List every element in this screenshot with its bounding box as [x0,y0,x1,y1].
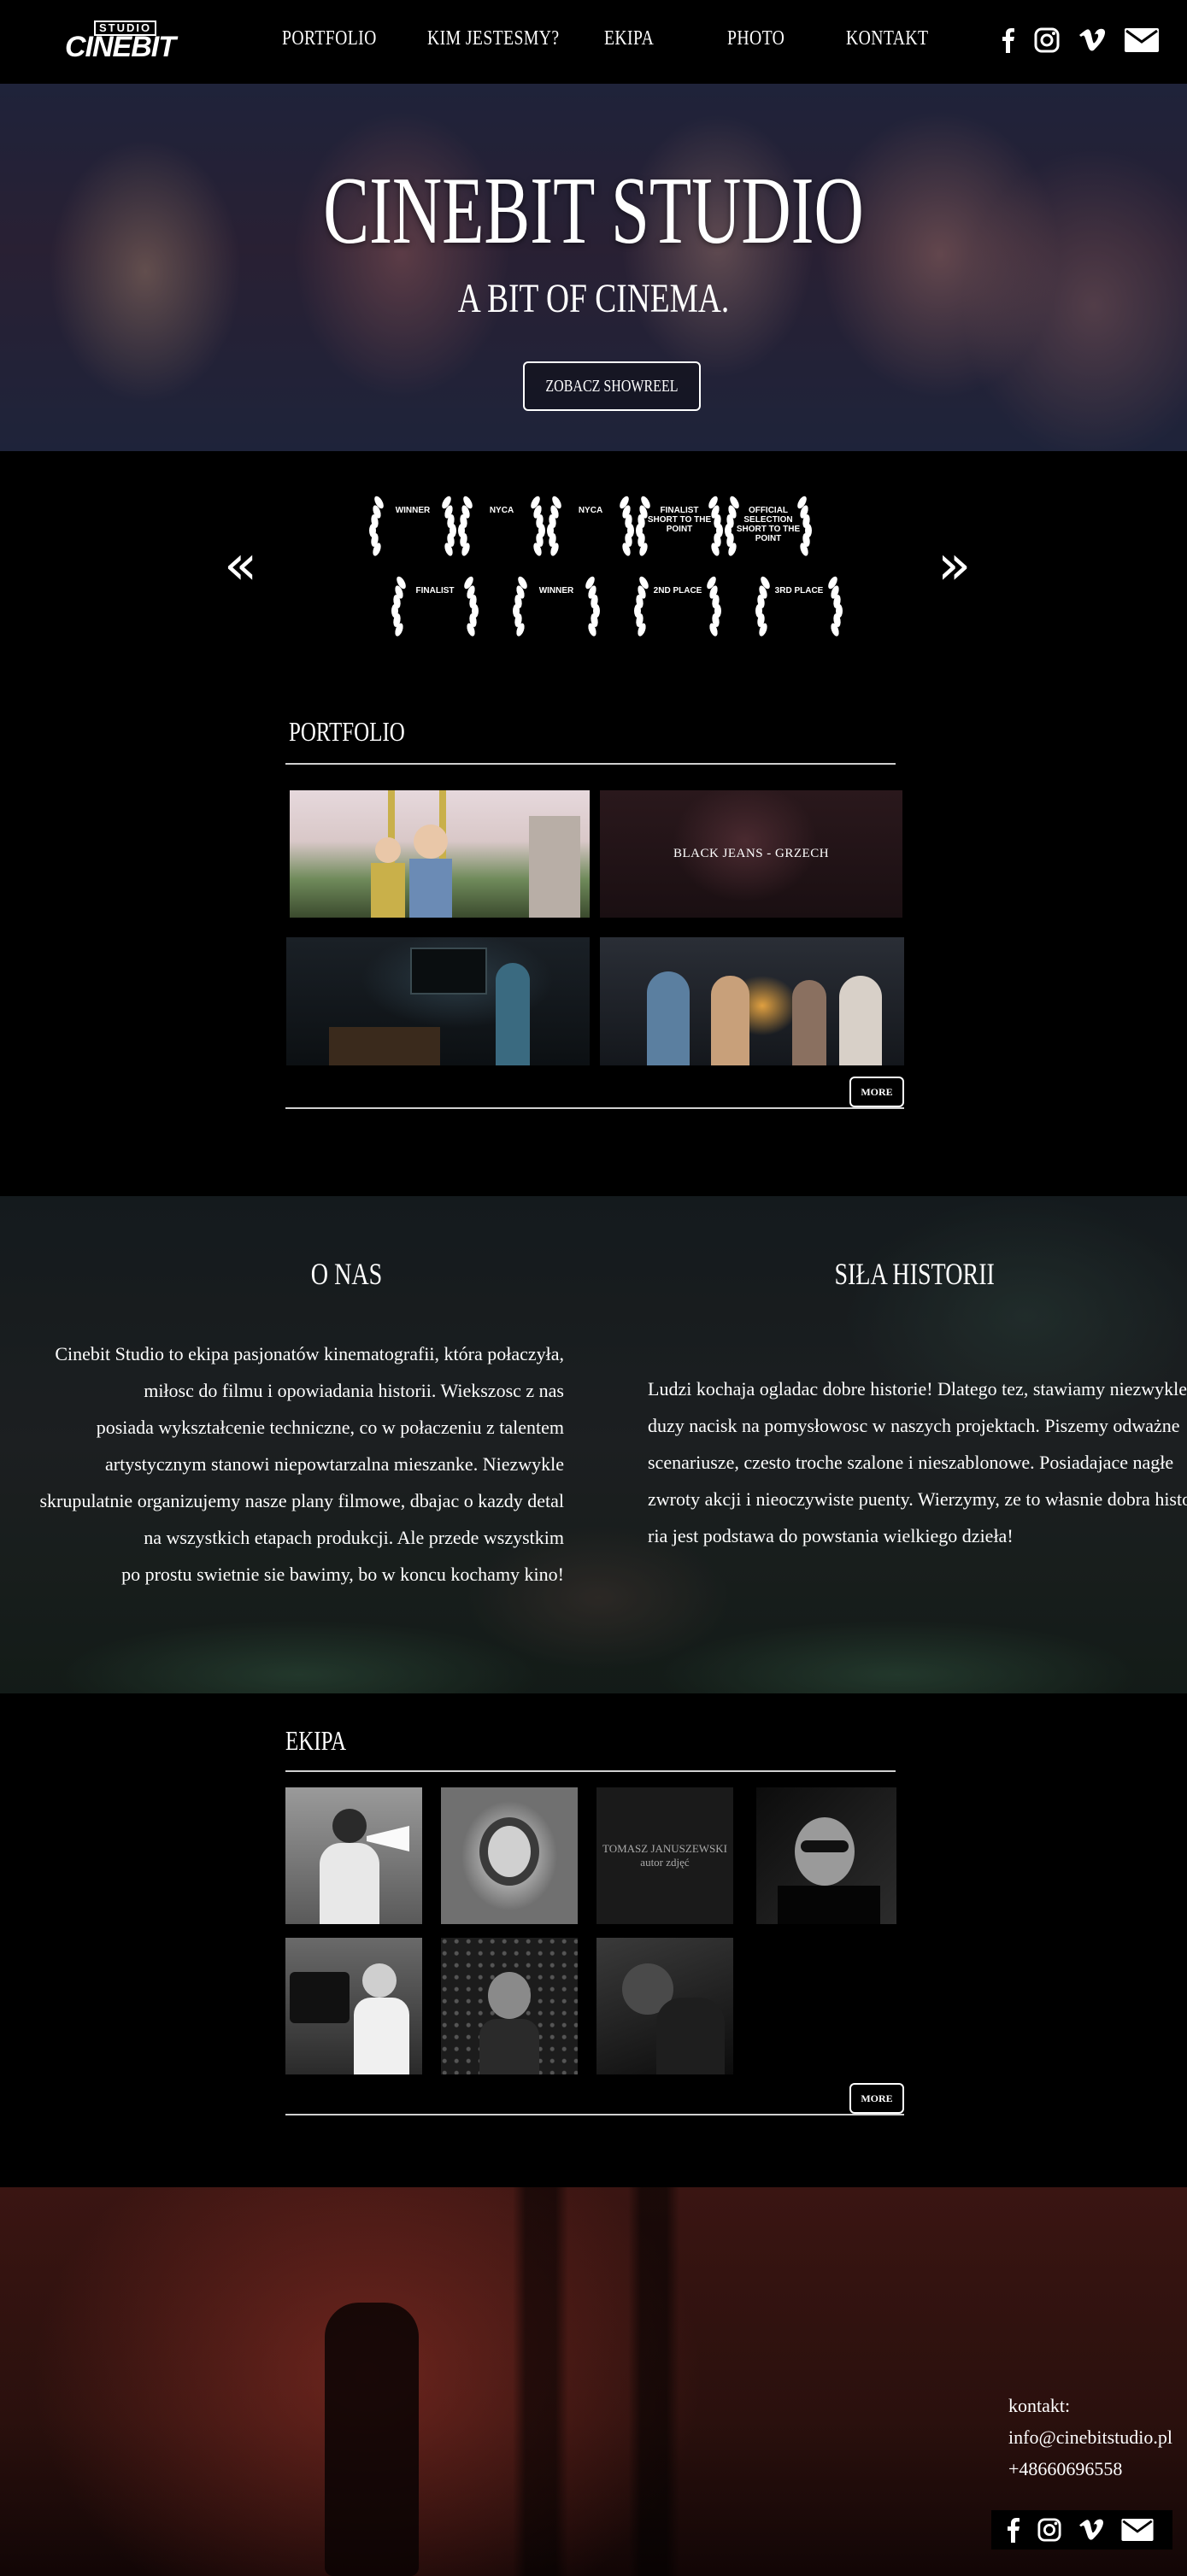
footer-silhouette [325,2303,419,2576]
team-member-3-role: autor zdjęć [640,1856,690,1869]
about-left-line: skrupulatnie organizujemy nasze plany fi… [39,1490,564,1511]
contact-email[interactable]: info@cinebitstudio.pl [1008,2421,1172,2453]
award-label: OFFICIAL SELECTION SHORT TO THE POINT [736,506,801,543]
award-laurel: 3RD PLACE [745,574,853,644]
awards-next-arrow[interactable]: » [937,538,971,593]
portfolio-thumb-2[interactable]: BLACK JEANS - GRZECH [600,790,902,918]
hero-title: CINEBIT STUDIO [323,158,864,264]
about-left-line: posiada wykształcenie techniczne, co w p… [96,1417,564,1438]
contact-phone[interactable]: +48660696558 [1008,2453,1172,2485]
about-right-title: SIŁA HISTORII [834,1257,995,1291]
contact-label: kontakt: [1008,2395,1071,2416]
nav-kontakt[interactable]: KONTAKT [846,27,928,50]
mail-icon[interactable] [1121,2519,1154,2541]
award-label: FINALIST SHORT TO THE POINT [647,506,712,534]
about-right-line: duzy nacisk na pomysłowosc w naszych pro… [648,1415,1180,1436]
team-member-2[interactable] [441,1787,578,1924]
team-member-7[interactable] [596,1938,733,2074]
top-navigation: STUDIO CINEBIT PORTFOLIO KIM JESTESMY? E… [0,0,1187,84]
award-label: WINNER [538,586,574,596]
about-right-line: ria jest podstawa do powstania wielkiego… [648,1525,1014,1546]
team-member-1[interactable] [285,1787,422,1924]
about-left-line: miłosc do filmu i opowiadania historii. … [144,1380,564,1401]
team-member-3-name: TOMASZ JANUSZEWSKI [602,1842,727,1855]
showreel-label: ZOBACZ SHOWREEL [545,376,679,396]
award-laurel: FINALIST [381,574,489,644]
about-right-line: Ludzi kochaja ogladac dobre historie! Dl… [648,1378,1187,1399]
nav-photo[interactable]: PHOTO [727,27,784,50]
facebook-icon[interactable] [1002,27,1015,53]
portfolio-bottom-divider [285,1107,904,1109]
portfolio-thumb-4[interactable] [600,937,904,1065]
vimeo-icon[interactable] [1078,28,1106,52]
nav-portfolio[interactable]: PORTFOLIO [282,27,377,50]
about-left-line: Cinebit Studio to ekipa pasjonatów kinem… [55,1343,564,1364]
instagram-icon[interactable] [1034,27,1060,53]
about-right-line: zwroty akcji i nieoczywiste puenty. Wier… [648,1488,1187,1510]
about-left-text: Cinebit Studio to ekipa pasjonatów kinem… [39,1335,564,1593]
contact-block: kontakt: info@cinebitstudio.pl +48660696… [1008,2390,1172,2485]
award-label: FINALIST [415,586,455,596]
team-divider [285,1770,896,1772]
team-member-6[interactable] [441,1938,578,2074]
team-bottom-divider [285,2114,904,2115]
hero-subtitle: A BIT OF CINEMA. [457,276,730,321]
portfolio-more-button[interactable]: MORE [849,1077,904,1107]
award-label: NYCA [578,506,603,515]
award-laurel: OFFICIAL SELECTION SHORT TO THE POINT [714,494,822,564]
team-member-3-caption: TOMASZ JANUSZEWSKI autor zdjęć [596,1787,733,1924]
about-left-line: na wszystkich etapach produkcji. Ale prz… [144,1527,564,1548]
instagram-icon[interactable] [1037,2518,1061,2542]
portfolio-thumb-2-label: BLACK JEANS - GRZECH [673,847,830,860]
hero-banner: CINEBIT STUDIO A BIT OF CINEMA. ZOBACZ S… [0,84,1187,451]
nav-ekipa[interactable]: EKIPA [604,27,654,50]
portfolio-divider [285,763,896,765]
about-section: O NAS Cinebit Studio to ekipa pasjonatów… [0,1196,1187,1693]
logo-cinebit-text: CINEBIT [65,31,176,63]
award-laurel: 2ND PLACE [624,574,732,644]
about-right-text: Ludzi kochaja ogladac dobre historie! Dl… [648,1370,1187,1554]
about-left-line: po prostu swietnie sie bawimy, bo w konc… [121,1564,564,1585]
facebook-icon[interactable] [1007,2517,1020,2543]
nav-kim-jestesmy[interactable]: KIM JESTESMY? [427,27,560,50]
showreel-button[interactable]: ZOBACZ SHOWREEL [523,361,701,411]
footer-social-links [991,2510,1172,2550]
award-label: WINNER [395,506,431,515]
award-label: 2ND PLACE [653,586,702,596]
award-label: NYCA [489,506,514,515]
social-links [1002,27,1159,53]
about-right-line: scenariusze, czesto troche szalone i nie… [648,1452,1174,1473]
cinebit-logo[interactable]: STUDIO CINEBIT [65,21,176,63]
award-laurel: WINNER [502,574,610,644]
awards-prev-arrow[interactable]: « [224,538,257,593]
mail-icon[interactable] [1125,28,1159,52]
team-member-4[interactable] [756,1787,896,1924]
about-left-title: O NAS [310,1257,383,1291]
team-member-5[interactable] [285,1938,422,2074]
team-member-3[interactable]: TOMASZ JANUSZEWSKI autor zdjęć [596,1787,733,1924]
team-more-button[interactable]: MORE [849,2083,904,2114]
about-left-line: artystycznym stanowi niepowtarzalna mies… [105,1453,564,1475]
portfolio-thumb-3[interactable] [286,937,590,1065]
portfolio-thumb-1[interactable] [290,790,590,918]
portfolio-title: PORTFOLIO [289,716,405,747]
vimeo-icon[interactable] [1078,2519,1104,2541]
award-label: 3RD PLACE [774,586,824,596]
team-title: EKIPA [285,1725,347,1756]
